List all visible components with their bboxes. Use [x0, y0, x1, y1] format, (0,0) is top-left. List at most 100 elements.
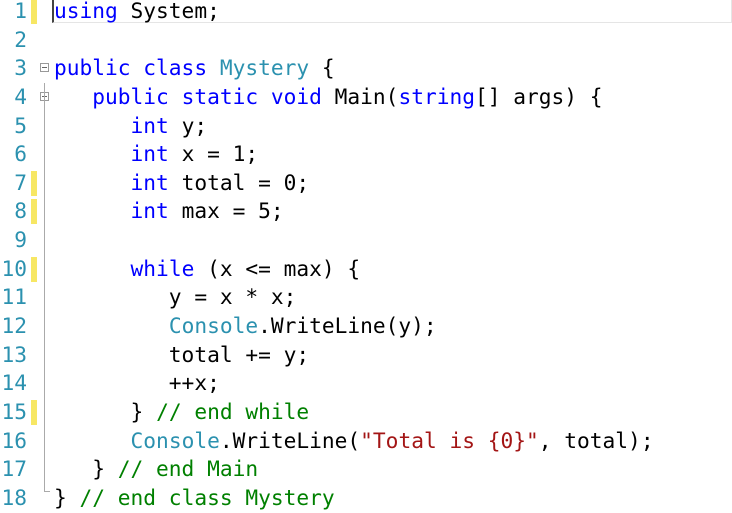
code-text: public static void Main(string[] args) { — [54, 83, 603, 112]
fold-guide-end — [44, 491, 50, 492]
change-marker — [31, 85, 37, 110]
code-line[interactable]: 8 int max = 5; — [0, 197, 732, 226]
token-keyword: using — [54, 0, 118, 23]
collapse-icon[interactable] — [40, 63, 49, 73]
line-number: 18 — [1, 484, 27, 510]
change-marker — [31, 457, 37, 482]
change-marker — [31, 314, 37, 339]
token-text: [] args) { — [474, 83, 603, 109]
line-number: 9 — [14, 227, 27, 253]
token-string: "Total is {0}" — [360, 427, 539, 453]
code-text: using System; — [54, 0, 220, 26]
code-line[interactable]: 18} // end class Mystery — [0, 484, 732, 513]
code-line[interactable]: 16 Console.WriteLine("Total is {0}", tot… — [0, 427, 732, 456]
change-marker — [31, 56, 37, 81]
token-text: } — [54, 456, 118, 482]
token-keyword: public class — [54, 55, 208, 81]
line-number: 12 — [1, 313, 27, 339]
change-marker — [31, 142, 37, 167]
token-text: .WriteLine(y); — [258, 313, 437, 339]
code-line[interactable]: 5 int y; — [0, 112, 732, 141]
line-number: 5 — [14, 112, 27, 138]
code-text: } // end class Mystery — [54, 484, 335, 513]
line-number: 16 — [1, 427, 27, 453]
code-line[interactable]: 9 — [0, 226, 732, 255]
line-number: 15 — [1, 398, 27, 424]
change-marker — [31, 0, 37, 24]
token-text: y = x * x; — [54, 284, 297, 310]
token-keyword: public static void — [92, 83, 322, 109]
change-marker — [31, 199, 37, 225]
code-text: Console.WriteLine(y); — [54, 312, 437, 341]
code-line[interactable]: 6 int x = 1; — [0, 140, 732, 169]
token-comment: // end Main — [117, 456, 259, 482]
code-editor[interactable]: 1 using System; 2 3 public class Mystery {4 … — [0, 0, 732, 513]
token-comment: // end while — [156, 398, 310, 424]
line-number: 8 — [14, 198, 27, 224]
line-number: 13 — [1, 341, 27, 367]
code-text: y = x * x; — [54, 283, 297, 312]
change-marker — [31, 486, 37, 511]
token-type: Console — [130, 427, 220, 453]
change-marker — [31, 371, 37, 396]
change-marker — [31, 343, 37, 368]
code-line[interactable]: 11 y = x * x; — [0, 283, 732, 312]
code-line[interactable]: 4 public static void Main(string[] args)… — [0, 83, 732, 112]
token-text: x = 1; — [168, 141, 259, 167]
change-marker — [31, 170, 37, 196]
token-text: max = 5; — [168, 198, 284, 224]
token-keyword: int — [130, 169, 169, 195]
code-line[interactable]: 3 public class Mystery { — [0, 54, 732, 83]
code-text: } // end while — [54, 398, 310, 427]
change-marker — [31, 256, 37, 282]
code-text: total += y; — [54, 341, 309, 370]
code-line[interactable]: 15 } // end while — [0, 398, 732, 427]
token-text: y; — [168, 112, 208, 138]
code-line[interactable]: 7 int total = 0; — [0, 169, 732, 198]
code-line[interactable]: 1 using System; — [0, 0, 732, 26]
token-keyword: int — [130, 112, 169, 138]
code-text: ++x; — [54, 369, 220, 398]
fold-guide-line — [44, 83, 45, 491]
code-line[interactable]: 14 ++x; — [0, 369, 732, 398]
token-text: } — [54, 484, 80, 510]
code-text: Console.WriteLine("Total is {0}", total)… — [54, 427, 654, 456]
line-number: 14 — [1, 370, 27, 396]
line-number: 7 — [14, 169, 27, 195]
token-text: System; — [117, 0, 220, 23]
token-text: ++x; — [54, 370, 220, 396]
code-text: int y; — [54, 112, 208, 141]
token-text: , total); — [538, 427, 654, 453]
line-number: 17 — [1, 456, 27, 482]
token-text: } — [54, 398, 157, 424]
line-number: 3 — [14, 55, 27, 81]
code-line[interactable]: 17 } // end Main — [0, 455, 732, 484]
code-text: int x = 1; — [54, 140, 259, 169]
change-marker — [31, 429, 37, 454]
code-line[interactable]: 10 while (x <= max) { — [0, 255, 732, 284]
line-number: 11 — [1, 284, 27, 310]
change-marker — [31, 399, 37, 425]
change-marker — [31, 114, 37, 139]
code-line[interactable]: 13 total += y; — [0, 341, 732, 370]
token-type: Console — [168, 313, 259, 339]
code-line[interactable]: 12 Console.WriteLine(y); — [0, 312, 732, 341]
token-keyword: string — [398, 83, 475, 109]
code-text: public class Mystery { — [54, 54, 335, 83]
code-line[interactable]: 2 — [0, 26, 732, 55]
token-comment: // end class Mystery — [79, 484, 335, 510]
line-number: 10 — [1, 255, 27, 281]
code-text: while (x <= max) { — [54, 255, 361, 284]
change-marker — [31, 285, 37, 310]
token-keyword: while — [130, 255, 195, 281]
token-text: { — [309, 55, 335, 81]
code-text: int max = 5; — [54, 197, 284, 226]
line-number: 6 — [14, 141, 27, 167]
